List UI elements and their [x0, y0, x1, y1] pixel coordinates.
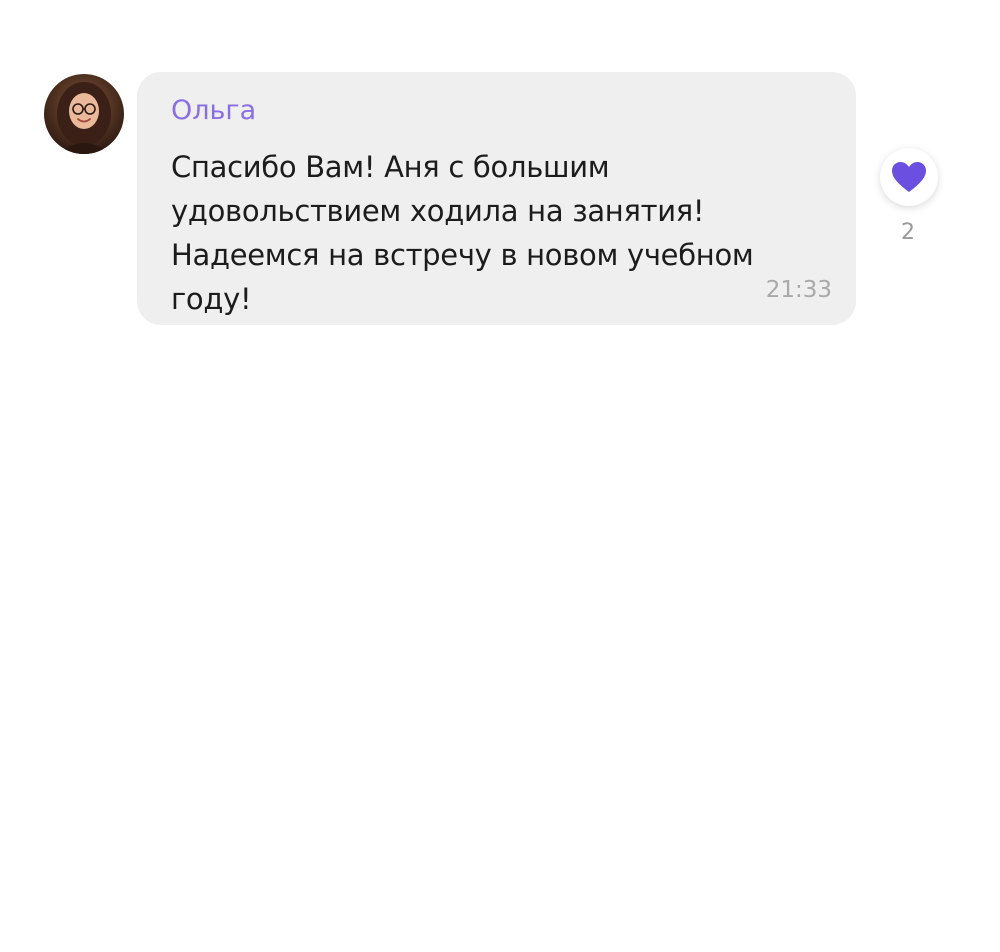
heart-icon	[891, 161, 927, 193]
reaction-count: 2	[901, 220, 915, 245]
message-text: Спасибо Вам! Аня с большим удовольствием…	[171, 150, 754, 316]
message-timestamp: 21:33	[765, 277, 832, 303]
sender-name[interactable]: Ольга	[171, 94, 256, 128]
reaction-button[interactable]	[880, 148, 938, 206]
chat-message: Ольга Спасибо Вам! Аня с большим удоволь…	[0, 0, 1000, 340]
avatar[interactable]	[44, 74, 124, 154]
message-bubble: Ольга Спасибо Вам! Аня с большим удоволь…	[137, 72, 856, 325]
